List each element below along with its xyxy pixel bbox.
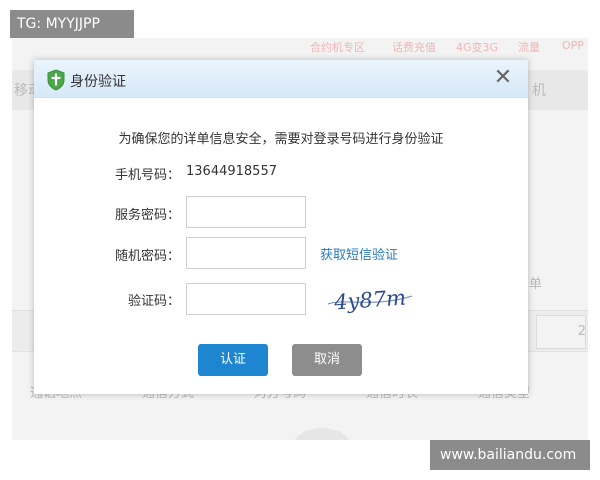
dialog-header: 身份验证 ✕ xyxy=(34,60,528,98)
background-circle xyxy=(292,428,352,440)
phone-value: 13644918557 xyxy=(186,164,277,179)
service-password-label: 服务密码： xyxy=(114,208,180,223)
close-icon[interactable]: ✕ xyxy=(492,67,514,89)
watermark-top-left: TG: MYYJJPP xyxy=(10,10,134,38)
captcha-input[interactable] xyxy=(186,283,306,315)
dialog-title: 身份验证 xyxy=(70,74,126,90)
bg-nav-item: 流量 xyxy=(518,41,540,54)
service-password-input[interactable] xyxy=(186,196,306,228)
random-password-input[interactable] xyxy=(186,237,306,269)
background-top-nav: 合约机专区 话费充值 4G变3G 流量 OPP xyxy=(12,38,588,58)
captcha-image[interactable]: 4y87m xyxy=(324,282,416,316)
captcha-label: 验证码： xyxy=(127,294,180,309)
bg-nav-item: OPP xyxy=(562,39,584,52)
bg-nav-item: 话费充值 xyxy=(392,41,436,54)
shield-icon xyxy=(47,69,65,91)
bg-side-number: 2 xyxy=(577,324,586,339)
watermark-bottom-right: www.bailiandu.com xyxy=(430,440,590,470)
phone-label: 手机号码： xyxy=(114,168,180,183)
random-password-label: 随机密码： xyxy=(114,249,180,264)
identity-verification-dialog: 身份验证 ✕ 为确保您的详单信息安全，需要对登录号码进行身份验证 手机号码： 1… xyxy=(34,60,528,394)
confirm-button[interactable]: 认证 xyxy=(198,344,268,376)
bg-bar-right-text: 机 xyxy=(532,83,546,99)
get-sms-code-link[interactable]: 获取短信验证 xyxy=(320,244,398,263)
bg-side-label: 单 xyxy=(528,277,542,292)
captcha-text: 4y87m xyxy=(332,286,406,315)
verification-notice: 为确保您的详单信息安全，需要对登录号码进行身份验证 xyxy=(118,132,444,147)
bg-nav-item: 合约机专区 xyxy=(310,41,365,54)
bg-nav-item: 4G变3G xyxy=(456,41,499,54)
cancel-button[interactable]: 取消 xyxy=(292,344,362,376)
